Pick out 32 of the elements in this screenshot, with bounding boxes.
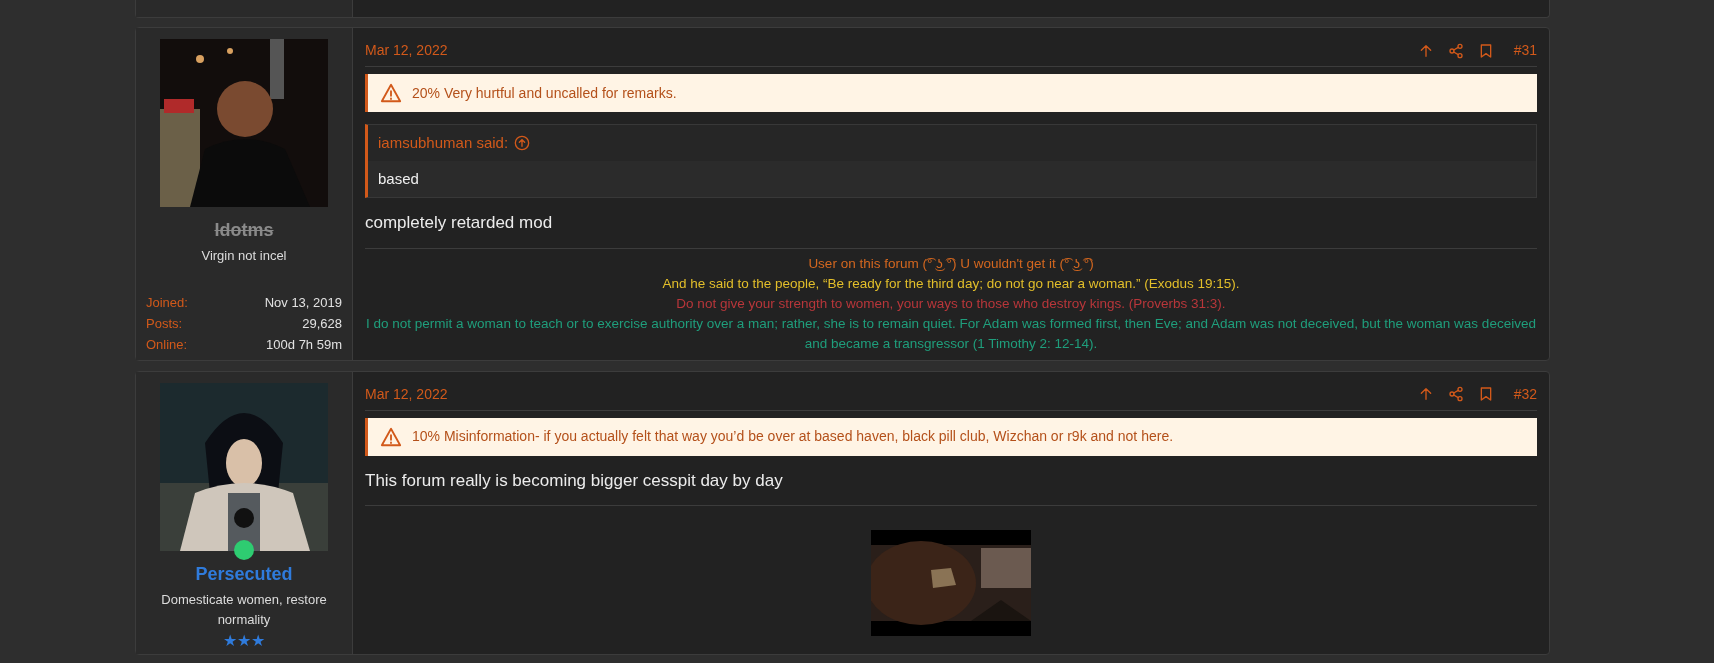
stat-label: Joined: (146, 294, 188, 312)
post-number[interactable]: #32 (1513, 383, 1537, 405)
stat-label: Online: (146, 336, 188, 354)
warning-icon (380, 82, 402, 104)
arrow-up-circle-icon[interactable] (514, 135, 531, 151)
star-icon: ★ (223, 631, 237, 650)
post-date[interactable]: Mar 12, 2022 (365, 383, 448, 405)
share-icon[interactable] (1447, 386, 1464, 402)
signature-line: I do not permit a woman to teach or to exercise authority over a man; rather, she is to remain quiet. For Adam was formed first, then Eve; and Adam was not deceived, but the woman was deceived and became a transgressor (1 Timothy 2: 12-14). (365, 314, 1537, 353)
star-icon: ★ (251, 631, 265, 650)
username[interactable]: Persecuted (195, 560, 293, 588)
warning-text: 20% Very hurtful and uncalled for remarks. (412, 83, 677, 103)
message-text: completely retarded mod (365, 210, 1537, 249)
signature-line: User on this forum (͡° ͜ʖ ͡°) U wouldn't get it (͡° ͜ʖ ͡°) (808, 254, 1094, 273)
signature-line: And he said to the people, “Be ready for the third day; do not go near a woman.” (Exodus 19:15). (662, 274, 1240, 293)
quote-author[interactable]: iamsubhuman said: (378, 131, 509, 155)
post-number[interactable]: #31 (1513, 40, 1537, 61)
stat-value: Nov 13, 2019 (264, 294, 342, 312)
stat-label: Posts: (146, 315, 183, 333)
stat-value: 100d 7h 59m (266, 336, 342, 354)
quote-text: based (378, 168, 419, 189)
user-title: Virgin not incel (201, 247, 287, 265)
signature-line: Do not give your strength to women, your ways to those who destroy kings. (Proverbs 31:3). (676, 294, 1226, 313)
message-text: This forum really is becoming bigger cesspit day by day (365, 467, 1537, 506)
share-icon[interactable] (1447, 42, 1464, 59)
stat-value: 29,628 (302, 315, 342, 333)
post-date[interactable]: Mar 12, 2022 (365, 40, 448, 61)
warning-icon (380, 425, 402, 448)
warning-text: 10% Misinformation- if you actually felt that way you’d be over at based haven, black pill club, Wizchan or r9k and not here. (412, 427, 1174, 446)
username[interactable]: Idotms (214, 217, 274, 244)
star-icon: ★ (237, 631, 251, 650)
user-title: Domesticate women, restore normality (160, 590, 328, 629)
